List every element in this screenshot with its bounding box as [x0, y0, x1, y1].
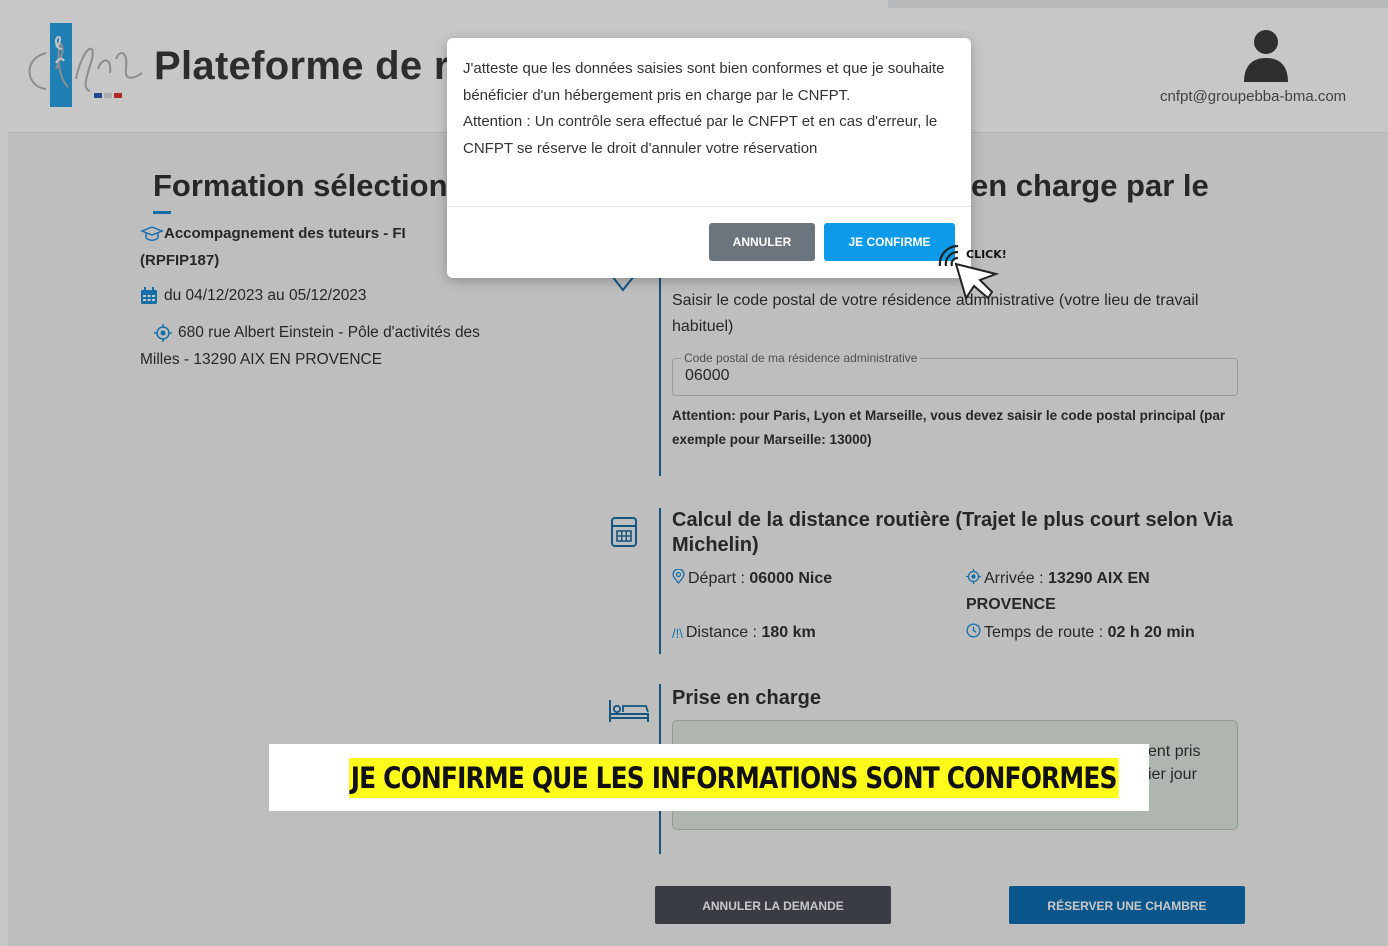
- click-cursor-icon: CLICK!: [938, 244, 1007, 301]
- modal-message-attestation: J'atteste que les données saisies sont b…: [463, 60, 945, 104]
- modal-message-warning: Attention : Un contrôle sera effectué pa…: [463, 113, 938, 157]
- modal-cancel-button[interactable]: ANNULER: [709, 223, 815, 261]
- modal-divider: [447, 206, 971, 207]
- caption-text: JE CONFIRME QUE LES INFORMATIONS SONT CO…: [349, 758, 1119, 798]
- modal-message: J'atteste que les données saisies sont b…: [463, 56, 957, 162]
- confirmation-modal: J'atteste que les données saisies sont b…: [447, 38, 971, 278]
- caption-banner: JE CONFIRME QUE LES INFORMATIONS SONT CO…: [269, 744, 1149, 811]
- click-label: CLICK!: [966, 248, 1007, 261]
